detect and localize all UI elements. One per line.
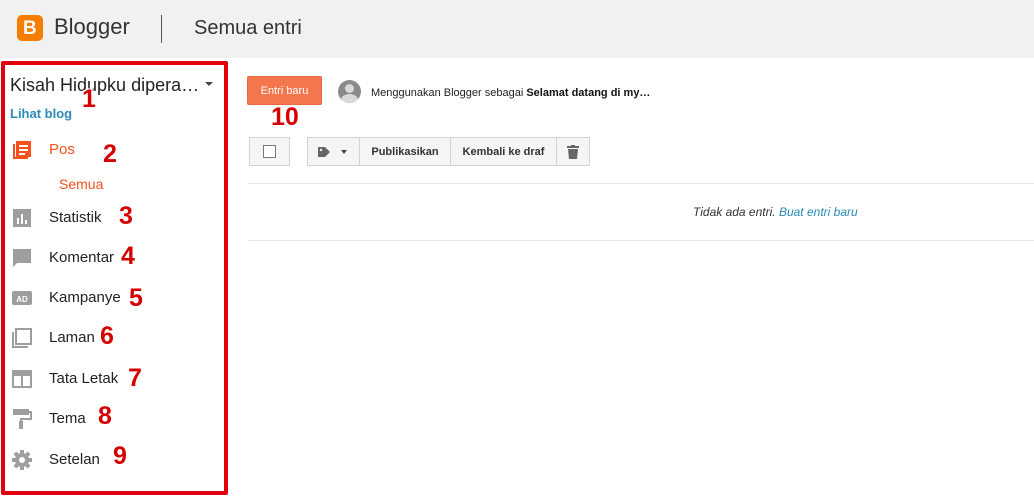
empty-state: Tidak ada entri. Buat entri baru xyxy=(693,205,858,219)
divider xyxy=(249,240,1034,241)
revert-to-draft-button[interactable]: Kembali ke draf xyxy=(450,137,557,166)
posts-icon xyxy=(11,139,33,161)
labels-dropdown-button[interactable] xyxy=(307,137,360,166)
top-bar: B Blogger Semua entri xyxy=(0,0,1034,58)
svg-text:AD: AD xyxy=(16,295,28,304)
sidebar-item-comments[interactable]: Komentar xyxy=(49,249,114,266)
sidebar-item-pages[interactable]: Laman xyxy=(49,329,95,346)
avatar[interactable] xyxy=(338,80,361,103)
trash-icon xyxy=(567,144,579,159)
chevron-down-icon xyxy=(340,149,347,154)
stats-icon xyxy=(11,207,33,229)
delete-button[interactable] xyxy=(556,137,590,166)
sidebar-item-posts[interactable]: Pos xyxy=(49,141,75,158)
pages-icon xyxy=(11,327,33,349)
using-prefix: Menggunakan Blogger sebagai xyxy=(371,87,527,99)
publish-button[interactable]: Publikasikan xyxy=(359,137,451,166)
view-blog-link[interactable]: Lihat blog xyxy=(10,106,72,121)
label-tag-icon xyxy=(317,146,330,157)
select-all-checkbox[interactable] xyxy=(249,137,290,166)
layout-icon xyxy=(11,368,33,390)
blog-selector[interactable]: Kisah Hidupku dipera… xyxy=(10,75,199,96)
using-blog-name[interactable]: Selamat datang di my… xyxy=(526,87,650,99)
gear-icon xyxy=(11,449,33,471)
annotation-number: 4 xyxy=(121,242,135,270)
annotation-number: 6 xyxy=(100,322,114,350)
annotation-number: 8 xyxy=(98,402,112,430)
divider xyxy=(161,15,162,43)
annotation-number: 3 xyxy=(119,202,133,230)
ad-icon: AD xyxy=(11,287,33,309)
checkbox-icon xyxy=(263,145,276,158)
sidebar-item-layout[interactable]: Tata Letak xyxy=(49,370,118,387)
blogger-logo-icon[interactable]: B xyxy=(17,15,43,41)
annotation-number: 7 xyxy=(128,364,142,392)
caret-down-icon[interactable] xyxy=(205,82,213,86)
annotation-number: 2 xyxy=(103,140,117,168)
sidebar-item-stats[interactable]: Statistik xyxy=(49,209,102,226)
sidebar-item-campaigns[interactable]: Kampanye xyxy=(49,289,121,306)
paint-roller-icon xyxy=(11,408,33,430)
empty-text: Tidak ada entri. xyxy=(693,205,776,219)
using-blogger-as: Menggunakan Blogger sebagai Selamat data… xyxy=(371,87,650,99)
annotation-number: 5 xyxy=(129,284,143,312)
sidebar-item-theme[interactable]: Tema xyxy=(49,410,86,427)
highlight-frame xyxy=(1,61,228,495)
divider xyxy=(249,183,1034,184)
comment-icon xyxy=(11,247,33,269)
brand-name: Blogger xyxy=(54,14,130,39)
annotation-number: 1 xyxy=(82,85,96,113)
create-new-post-link[interactable]: Buat entri baru xyxy=(779,205,858,219)
annotation-number: 10 xyxy=(271,103,299,131)
sidebar-subitem-all[interactable]: Semua xyxy=(59,176,103,192)
sidebar-item-settings[interactable]: Setelan xyxy=(49,451,100,468)
annotation-number: 9 xyxy=(113,442,127,470)
page-title: Semua entri xyxy=(194,17,302,39)
new-post-button[interactable]: Entri baru xyxy=(247,76,322,105)
